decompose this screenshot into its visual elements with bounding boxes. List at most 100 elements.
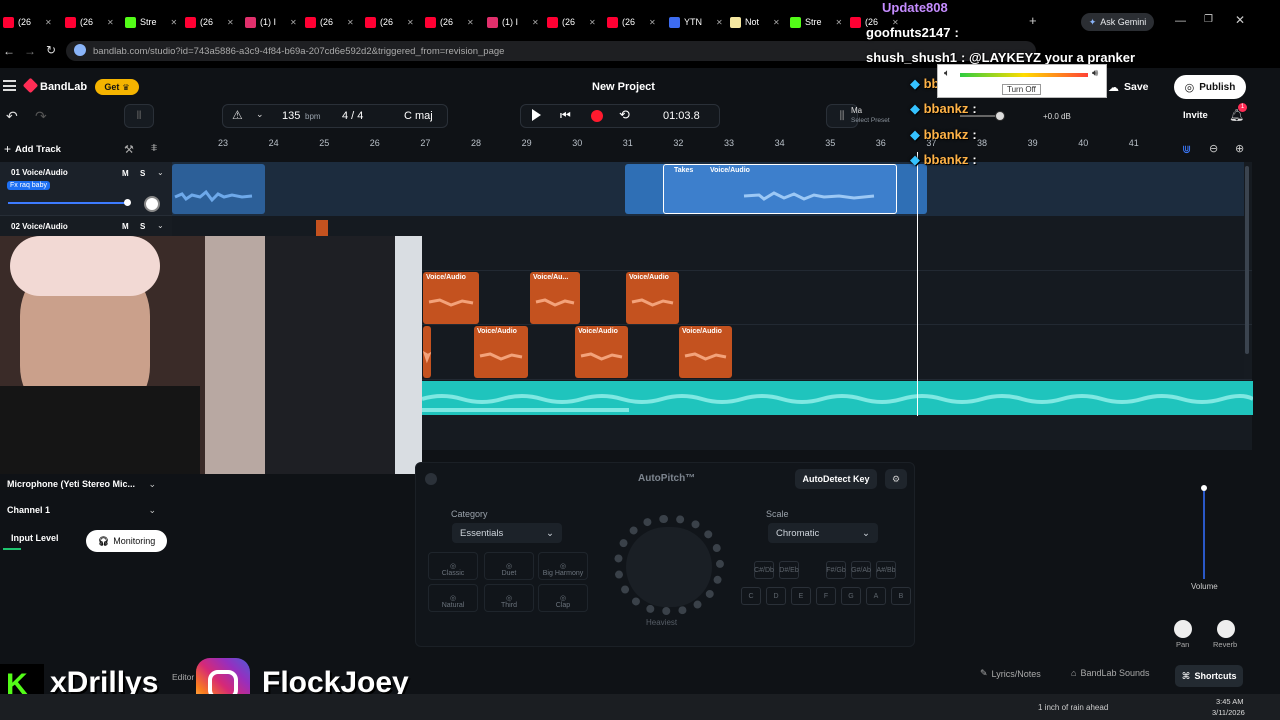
- browser-tab[interactable]: (26 ✕: [547, 13, 596, 31]
- audio-clip[interactable]: [423, 326, 431, 378]
- publish-button[interactable]: ◎ Publish: [1174, 75, 1246, 99]
- forward-icon[interactable]: →: [24, 44, 36, 58]
- close-tab-icon[interactable]: ✕: [45, 18, 52, 27]
- key-button[interactable]: F#/Gb: [826, 561, 846, 579]
- wand-icon[interactable]: ⚒: [124, 143, 134, 156]
- turn-off-button[interactable]: Turn Off: [1002, 84, 1041, 95]
- browser-tab[interactable]: (26 ✕: [185, 13, 234, 31]
- autodetect-key-button[interactable]: AutoDetect Key: [795, 469, 877, 489]
- track-1-fx-tag[interactable]: Fx raq baby: [7, 181, 50, 190]
- vertical-scrollbar[interactable]: [1245, 166, 1249, 354]
- audio-clip[interactable]: Voice/Audio: [679, 326, 732, 378]
- menu-icon[interactable]: [3, 80, 16, 91]
- audio-clip-fragment[interactable]: [316, 220, 328, 236]
- key-button[interactable]: C: [741, 587, 761, 605]
- settings-button[interactable]: ⚙: [885, 469, 907, 489]
- key-button[interactable]: C#/Db: [754, 561, 774, 579]
- browser-tab[interactable]: (1) I ✕: [487, 13, 539, 31]
- close-window-icon[interactable]: ✕: [1235, 13, 1245, 27]
- loop-icon[interactable]: ⟲: [619, 107, 630, 123]
- chevron-down-icon[interactable]: ⌄: [256, 109, 264, 120]
- volume-handle[interactable]: [1201, 485, 1207, 491]
- track-1-solo-button[interactable]: S: [140, 169, 145, 178]
- browser-tab[interactable]: (26 ✕: [3, 13, 52, 31]
- track-1-volume-slider[interactable]: [8, 202, 128, 204]
- key-button[interactable]: A: [866, 587, 886, 605]
- master-volume-handle[interactable]: [995, 111, 1005, 121]
- track-2-solo-button[interactable]: S: [140, 222, 145, 231]
- close-tab-icon[interactable]: ✕: [407, 18, 414, 27]
- browser-tab[interactable]: (26 ✕: [305, 13, 354, 31]
- minimize-icon[interactable]: —: [1175, 15, 1186, 27]
- preset-label[interactable]: Select Preset: [851, 117, 890, 124]
- project-title[interactable]: New Project: [592, 81, 655, 93]
- playhead[interactable]: [917, 152, 918, 416]
- close-tab-icon[interactable]: ✕: [171, 18, 178, 27]
- new-tab-icon[interactable]: +: [1029, 13, 1037, 28]
- redo-icon[interactable]: ↷: [35, 108, 47, 125]
- lyrics-notes-button[interactable]: ✎ Lyrics/Notes: [980, 668, 1041, 679]
- close-tab-icon[interactable]: ✕: [716, 18, 723, 27]
- key-button[interactable]: D#/Eb: [779, 561, 799, 579]
- chevron-down-icon[interactable]: ⌄: [157, 168, 164, 177]
- get-premium-button[interactable]: Get ♛: [95, 79, 139, 95]
- shortcuts-button[interactable]: ⌘ Shortcuts: [1175, 665, 1243, 687]
- browser-tab[interactable]: (26 ✕: [65, 13, 114, 31]
- pan-knob[interactable]: [1174, 620, 1192, 638]
- close-tab-icon[interactable]: ✕: [836, 18, 843, 27]
- browser-tab[interactable]: (26 ✕: [365, 13, 414, 31]
- close-tab-icon[interactable]: ✕: [773, 18, 780, 27]
- close-tab-icon[interactable]: ✕: [347, 18, 354, 27]
- power-toggle[interactable]: [425, 473, 437, 485]
- key-button[interactable]: G#/Ab: [851, 561, 871, 579]
- audio-clip[interactable]: Voice/Audio: [575, 326, 628, 378]
- browser-tab[interactable]: YTN ✕: [669, 13, 723, 31]
- editor-toggle-button[interactable]: ⦀: [124, 104, 154, 128]
- close-tab-icon[interactable]: ✕: [589, 18, 596, 27]
- record-icon[interactable]: [591, 110, 603, 122]
- key-button[interactable]: D: [766, 587, 786, 605]
- audio-clip[interactable]: Voice/Audio: [626, 272, 679, 324]
- invite-button[interactable]: Invite: [1183, 110, 1208, 121]
- preset-button[interactable]: ◎ Duet: [484, 552, 534, 580]
- preset-button[interactable]: ◎ Third: [484, 584, 534, 612]
- audio-clip[interactable]: Voice/Audio: [474, 326, 528, 378]
- preset-button[interactable]: ◎ Clap: [538, 584, 588, 612]
- audio-clip[interactable]: [172, 164, 265, 214]
- input-device-select[interactable]: Microphone (Yeti Stereo Mic... ⌄: [0, 474, 166, 494]
- close-tab-icon[interactable]: ✕: [467, 18, 474, 27]
- back-icon[interactable]: ←: [3, 44, 15, 58]
- reload-icon[interactable]: ↻: [46, 43, 56, 57]
- preset-button[interactable]: ◎ Big Harmony: [538, 552, 588, 580]
- close-tab-icon[interactable]: ✕: [290, 18, 297, 27]
- metronome-icon[interactable]: ⚠: [232, 108, 243, 122]
- filter-icon[interactable]: ⩨: [151, 142, 157, 155]
- selected-audio-clip[interactable]: Takes Voice/Audio: [663, 164, 897, 214]
- bpm-value[interactable]: 135: [282, 110, 300, 122]
- track-1-volume-handle[interactable]: [124, 199, 131, 206]
- monitoring-button[interactable]: 🎧︎ Monitoring: [86, 530, 167, 552]
- save-button[interactable]: ☁ Save: [1108, 76, 1166, 98]
- audio-clip[interactable]: Voice/Audio: [423, 272, 479, 324]
- preset-button[interactable]: ◎ Classic: [428, 552, 478, 580]
- track-1-name[interactable]: 01 Voice/Audio: [11, 168, 68, 177]
- browser-tab[interactable]: (1) I ✕: [245, 13, 297, 31]
- scale-select[interactable]: Chromatic ⌄: [768, 523, 878, 543]
- audio-clip[interactable]: Voice/Au...: [530, 272, 580, 324]
- site-info-icon[interactable]: [74, 44, 86, 56]
- timeline-ruler[interactable]: 23 24 25 26 27 28 29 30 31 32 33 34 35 36 37 38 39 40 41: [172, 138, 1252, 152]
- snap-icon[interactable]: ⋓: [1182, 143, 1191, 156]
- time-signature[interactable]: 4 / 4: [342, 110, 363, 122]
- undo-icon[interactable]: ↶: [6, 108, 18, 125]
- zoom-out-icon[interactable]: ⊖: [1209, 142, 1218, 155]
- volume-fader[interactable]: [1203, 487, 1205, 579]
- zoom-in-icon[interactable]: ⊕: [1235, 142, 1244, 155]
- preset-button[interactable]: ◎ Natural: [428, 584, 478, 612]
- pitch-knob[interactable]: [626, 527, 712, 607]
- ask-gemini-button[interactable]: ✦ Ask Gemini: [1081, 13, 1154, 31]
- close-tab-icon[interactable]: ✕: [107, 18, 114, 27]
- track-1-mute-button[interactable]: M: [122, 169, 129, 178]
- add-track-button[interactable]: + Add Track: [4, 142, 61, 156]
- key-signature[interactable]: C maj: [404, 110, 433, 122]
- close-tab-icon[interactable]: ✕: [532, 18, 539, 27]
